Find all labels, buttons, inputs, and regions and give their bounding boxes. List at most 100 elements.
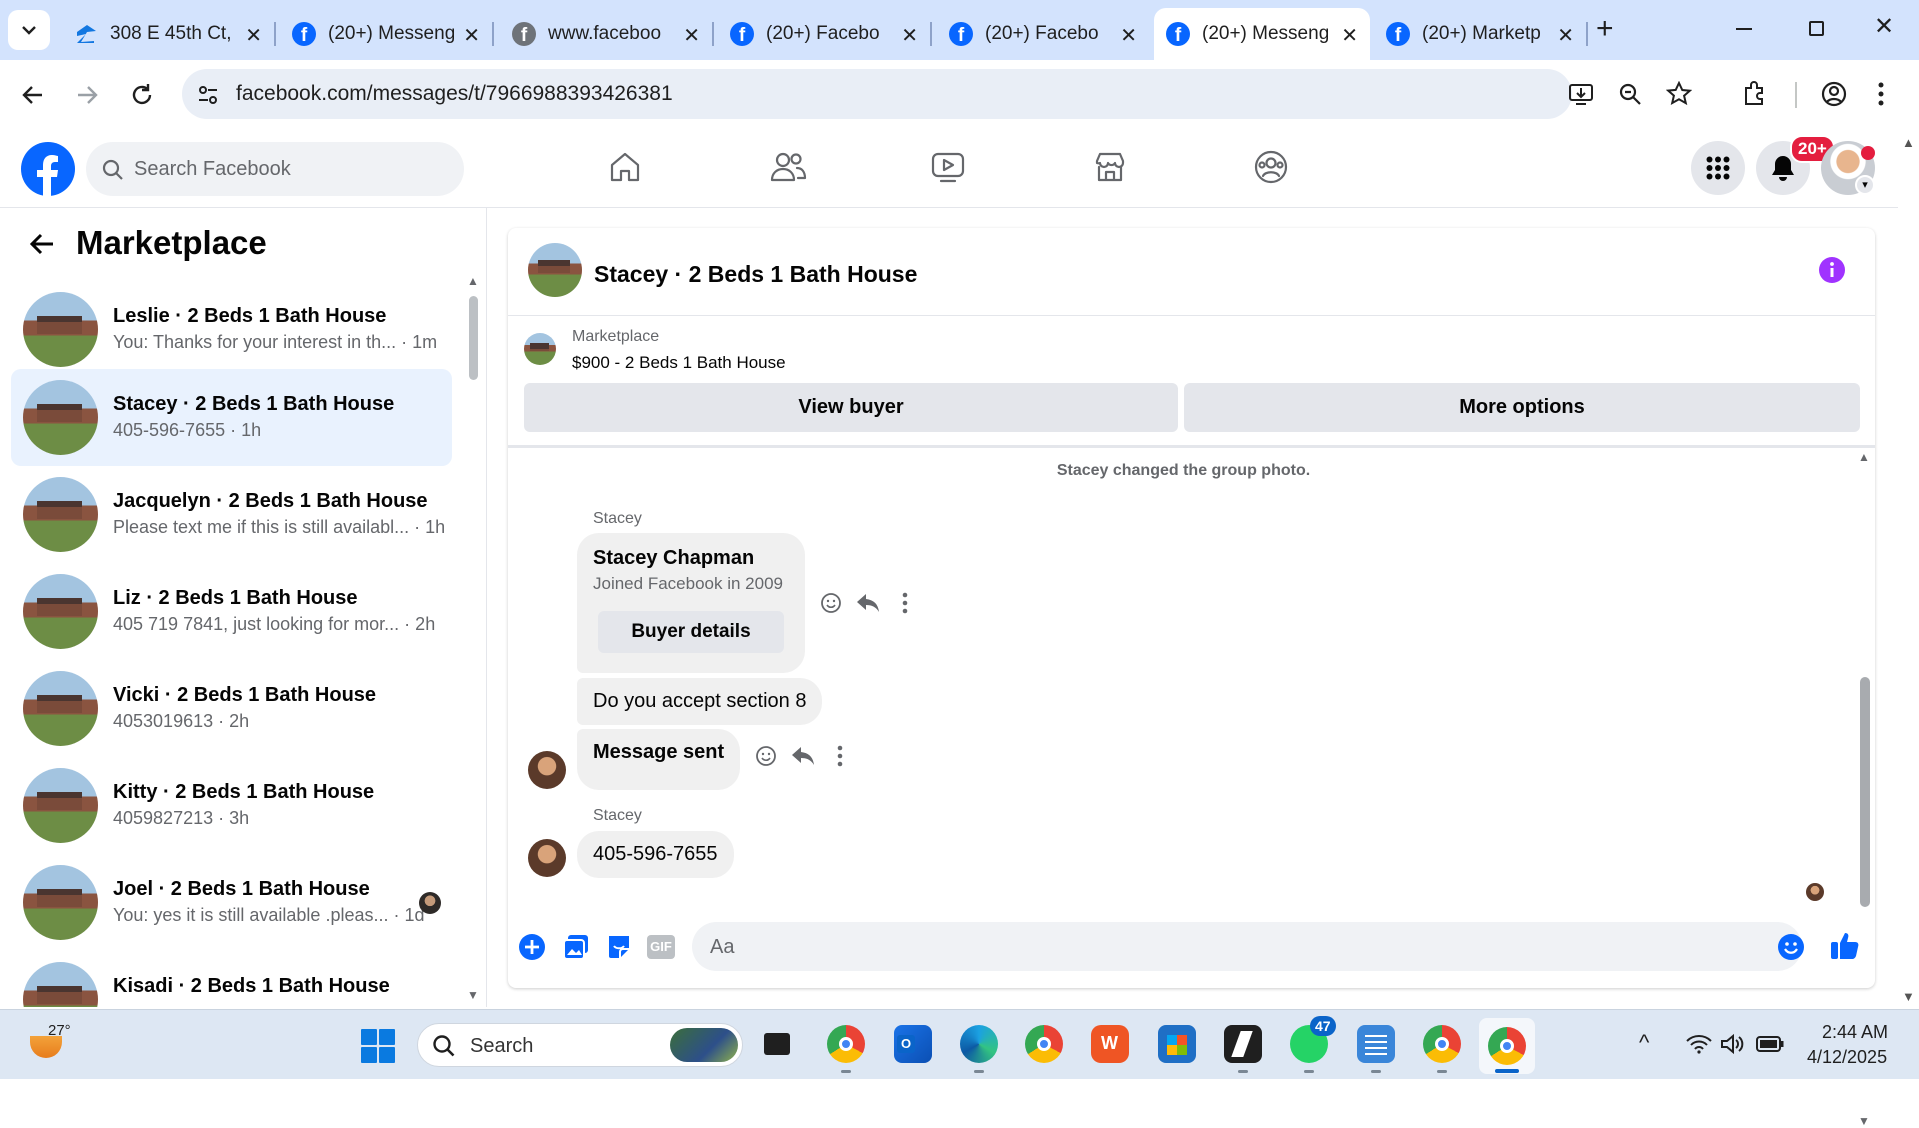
- browser-tab[interactable]: f (20+) Messeng ✕: [280, 8, 494, 60]
- sidebar-scrollbar[interactable]: ▲ ▼: [466, 274, 480, 1007]
- tab-search-button[interactable]: [8, 10, 50, 50]
- address-bar[interactable]: facebook.com/messages/t/7966988393426381: [182, 69, 1692, 119]
- restore-button[interactable]: [1809, 21, 1824, 36]
- browser-tab[interactable]: f (20+) Facebo ✕: [937, 8, 1149, 60]
- close-window-button[interactable]: ✕: [1874, 12, 1894, 41]
- browser-tab[interactable]: f www.faceboo ✕: [500, 8, 714, 60]
- battery-icon[interactable]: [1756, 1036, 1784, 1052]
- clock-time[interactable]: 2:44 AM: [1822, 1022, 1888, 1043]
- notepad-icon[interactable]: [1357, 1025, 1395, 1063]
- minimize-button[interactable]: [1736, 28, 1752, 30]
- close-icon[interactable]: ✕: [683, 23, 700, 48]
- weather-widget[interactable]: 27°: [28, 1020, 84, 1068]
- scroll-thumb[interactable]: [1860, 677, 1870, 907]
- taskbar-search[interactable]: Search: [417, 1023, 743, 1067]
- info-icon[interactable]: [1819, 257, 1845, 283]
- home-icon[interactable]: [607, 149, 643, 185]
- wifi-icon[interactable]: [1686, 1034, 1712, 1054]
- conversation-item[interactable]: Leslie · 2 Beds 1 Bath House You: Thanks…: [11, 281, 452, 378]
- view-buyer-button[interactable]: View buyer: [524, 383, 1178, 432]
- chrome-profile-icon[interactable]: [827, 1025, 865, 1063]
- close-icon[interactable]: ✕: [1120, 23, 1137, 48]
- groups-icon[interactable]: [1253, 149, 1289, 185]
- close-icon[interactable]: ✕: [1557, 23, 1574, 48]
- active-app-highlight[interactable]: [1479, 1018, 1535, 1074]
- messages-scrollbar[interactable]: ▲ ▼: [1858, 450, 1872, 1128]
- account-avatar[interactable]: ▾: [1821, 141, 1875, 195]
- more-actions-icon[interactable]: [837, 745, 843, 767]
- install-app-icon[interactable]: [1568, 82, 1594, 106]
- back-icon[interactable]: [20, 82, 46, 108]
- outlook-icon[interactable]: O: [894, 1025, 932, 1063]
- facebook-logo[interactable]: [21, 142, 75, 196]
- sticker-icon[interactable]: [606, 933, 632, 961]
- scroll-down-arrow[interactable]: ▼: [1858, 1114, 1870, 1128]
- browser-tab[interactable]: f (20+) Marketp ✕: [1374, 8, 1588, 60]
- scroll-up-arrow[interactable]: ▲: [1858, 450, 1870, 464]
- more-actions-icon[interactable]: [902, 592, 908, 614]
- friends-icon[interactable]: [769, 149, 807, 185]
- conversation-item[interactable]: Kisadi · 2 Beds 1 Bath House: [11, 951, 452, 1007]
- windows-start-icon[interactable]: [360, 1028, 396, 1064]
- scroll-up-arrow[interactable]: ▲: [1902, 135, 1915, 150]
- photo-icon[interactable]: [562, 933, 590, 961]
- close-icon[interactable]: ✕: [901, 23, 918, 48]
- site-settings-icon[interactable]: [196, 83, 220, 107]
- chrome-icon[interactable]: [1025, 1025, 1063, 1063]
- conversation-title[interactable]: Stacey · 2 Beds 1 Bath House: [594, 261, 917, 288]
- message-bubble[interactable]: Message sent: [577, 729, 741, 790]
- scroll-up-arrow[interactable]: ▲: [467, 274, 479, 288]
- browser-tab-active[interactable]: f (20+) Messeng ✕: [1154, 8, 1370, 60]
- more-options-button[interactable]: More options: [1184, 383, 1860, 432]
- microsoft-store-icon[interactable]: [1158, 1025, 1196, 1063]
- bookmark-star-icon[interactable]: [1666, 81, 1692, 107]
- conversation-avatar[interactable]: [528, 243, 582, 297]
- conversation-item[interactable]: Vicki · 2 Beds 1 Bath House 4053019613 ·…: [11, 660, 452, 757]
- conversation-item[interactable]: Joel · 2 Beds 1 Bath House You: yes it i…: [11, 854, 452, 951]
- page-scrollbar[interactable]: ▲ ▼: [1898, 129, 1919, 1009]
- new-tab-button[interactable]: +: [1596, 12, 1614, 46]
- close-icon[interactable]: ✕: [463, 23, 480, 48]
- message-input[interactable]: Aa: [692, 922, 1805, 971]
- chevron-up-icon[interactable]: ^: [1639, 1030, 1649, 1056]
- app-icon[interactable]: [1224, 1025, 1262, 1063]
- brave-icon[interactable]: W: [1091, 1025, 1129, 1063]
- reply-icon[interactable]: [791, 745, 815, 767]
- conversation-item-selected[interactable]: Stacey · 2 Beds 1 Bath House 405-596-765…: [11, 369, 452, 466]
- task-view-icon[interactable]: [760, 1025, 798, 1063]
- listing-title[interactable]: $900 - 2 Beds 1 Bath House: [572, 353, 786, 373]
- edge-icon[interactable]: [960, 1025, 998, 1063]
- conversation-item[interactable]: Jacquelyn · 2 Beds 1 Bath House Please t…: [11, 466, 452, 563]
- reply-icon[interactable]: [856, 592, 880, 614]
- close-icon[interactable]: ✕: [245, 23, 262, 48]
- emoji-icon[interactable]: [1777, 933, 1805, 961]
- whatsapp-icon[interactable]: 47: [1290, 1016, 1336, 1063]
- zoom-icon[interactable]: [1618, 82, 1642, 106]
- conversation-item[interactable]: Liz · 2 Beds 1 Bath House 405 719 7841, …: [11, 563, 452, 660]
- browser-tab[interactable]: 308 E 45th Ct, ✕: [62, 8, 276, 60]
- facebook-search-input[interactable]: Search Facebook: [86, 142, 464, 196]
- menu-kebab-icon[interactable]: [1876, 80, 1886, 108]
- react-emoji-icon[interactable]: [820, 592, 842, 614]
- forward-icon[interactable]: [74, 82, 100, 108]
- clock-date[interactable]: 4/12/2025: [1807, 1047, 1887, 1068]
- browser-tab[interactable]: f (20+) Facebo ✕: [718, 8, 932, 60]
- scroll-down-arrow[interactable]: ▼: [1902, 989, 1915, 1004]
- chrome-profile-icon[interactable]: [1423, 1025, 1461, 1063]
- profile-icon[interactable]: [1820, 80, 1848, 108]
- message-bubble[interactable]: 405-596-7655: [577, 831, 734, 878]
- react-emoji-icon[interactable]: [755, 745, 777, 767]
- back-arrow-icon[interactable]: [28, 230, 56, 258]
- buyer-details-button[interactable]: Buyer details: [598, 611, 784, 653]
- video-icon[interactable]: [930, 149, 966, 185]
- close-icon[interactable]: ✕: [1341, 23, 1358, 48]
- message-bubble[interactable]: Do you accept section 8: [577, 678, 823, 725]
- gif-icon[interactable]: GIF: [647, 935, 675, 959]
- marketplace-icon[interactable]: [1092, 149, 1128, 185]
- add-more-icon[interactable]: [518, 933, 546, 961]
- notifications-button[interactable]: 20+: [1756, 135, 1835, 195]
- extensions-icon[interactable]: [1741, 80, 1769, 108]
- scroll-down-arrow[interactable]: ▼: [467, 988, 479, 1002]
- menu-grid-button[interactable]: [1691, 141, 1745, 195]
- volume-icon[interactable]: [1720, 1033, 1744, 1055]
